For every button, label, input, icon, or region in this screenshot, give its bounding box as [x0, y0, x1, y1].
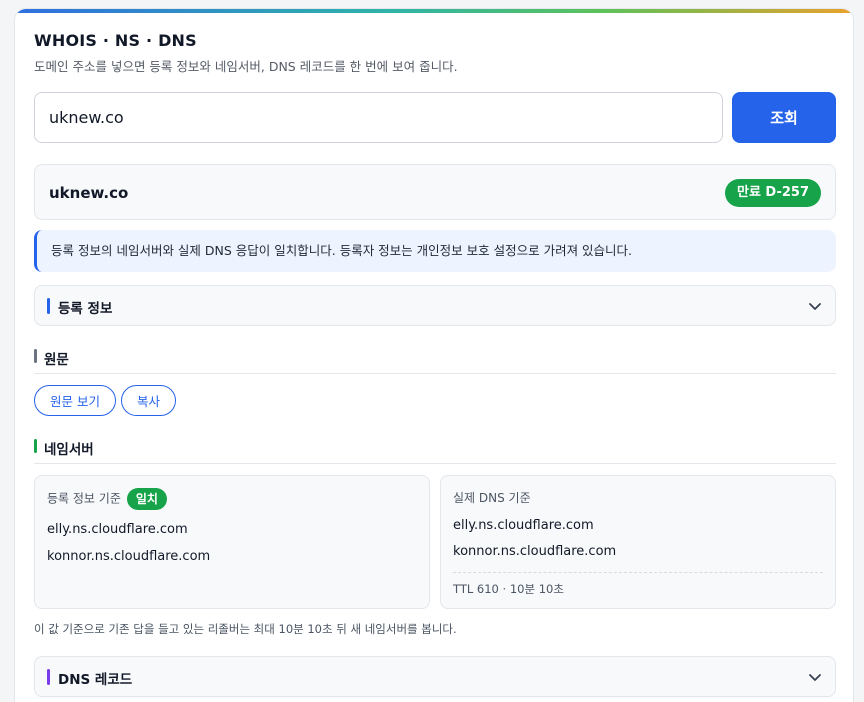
copy-button[interactable]: 복사	[121, 385, 177, 416]
nameserver-section-header: 네임서버	[34, 438, 836, 464]
dns-nameserver-panel: 실제 DNS 기준 elly.ns.cloudflare.com konnor.…	[440, 475, 836, 609]
nameserver-host: elly.ns.cloudflare.com	[453, 518, 594, 533]
ttl-value: TTL 610 · 10분 10초	[453, 582, 564, 596]
dns-panel-title: 실제 DNS 기준	[453, 491, 531, 505]
domain-name: uknew.co	[49, 184, 129, 202]
raw-section-label: 원문	[44, 352, 69, 368]
divider	[453, 572, 823, 573]
domain-summary: uknew.co 만료 D-257	[34, 164, 836, 220]
nameserver-host: konnor.ns.cloudflare.com	[47, 549, 211, 564]
raw-section-header: 원문	[34, 348, 836, 374]
page-title: WHOIS · NS · DNS	[34, 31, 197, 50]
nameserver-section-label: 네임서버	[44, 442, 94, 458]
expiry-badge: 만료 D-257	[724, 179, 821, 207]
chevron-down-icon	[809, 303, 821, 310]
accent-bar	[34, 349, 37, 363]
gradient-top-bar	[15, 9, 853, 13]
resolver-footnote: 이 값 기준으로 기존 답을 들고 있는 리졸버는 최대 10분 10초 뒤 새…	[34, 622, 457, 636]
page-subtitle: 도메인 주소를 넣으면 등록 정보와 네임서버, DNS 레코드를 한 번에 보…	[34, 59, 458, 74]
whois-card: WHOIS · NS · DNS 도메인 주소를 넣으면 등록 정보와 네임서버…	[14, 8, 854, 702]
dns-records-accordion[interactable]: DNS 레코드	[34, 656, 836, 697]
accent-bar	[47, 298, 50, 314]
view-raw-button[interactable]: 원문 보기	[34, 385, 116, 416]
registry-panel-title: 등록 정보 기준 일치	[47, 488, 167, 510]
dns-records-label: DNS 레코드	[58, 672, 133, 688]
registry-nameserver-panel: 등록 정보 기준 일치 elly.ns.cloudflare.com konnor…	[34, 475, 430, 609]
status-notice: 등록 정보의 네임서버와 실제 DNS 응답이 일치합니다. 등록자 정보는 개…	[34, 230, 836, 272]
nameserver-host: konnor.ns.cloudflare.com	[453, 544, 617, 559]
accent-bar	[34, 439, 37, 453]
domain-search-input[interactable]	[34, 92, 723, 143]
accent-bar	[47, 669, 50, 685]
nameserver-host: elly.ns.cloudflare.com	[47, 522, 188, 537]
chevron-down-icon	[809, 674, 821, 681]
registration-accordion[interactable]: 등록 정보	[34, 285, 836, 326]
lookup-button[interactable]: 조회	[732, 92, 836, 143]
registration-label: 등록 정보	[58, 301, 113, 317]
match-badge: 일치	[126, 488, 167, 510]
registry-panel-title-text: 등록 정보 기준	[47, 491, 121, 506]
